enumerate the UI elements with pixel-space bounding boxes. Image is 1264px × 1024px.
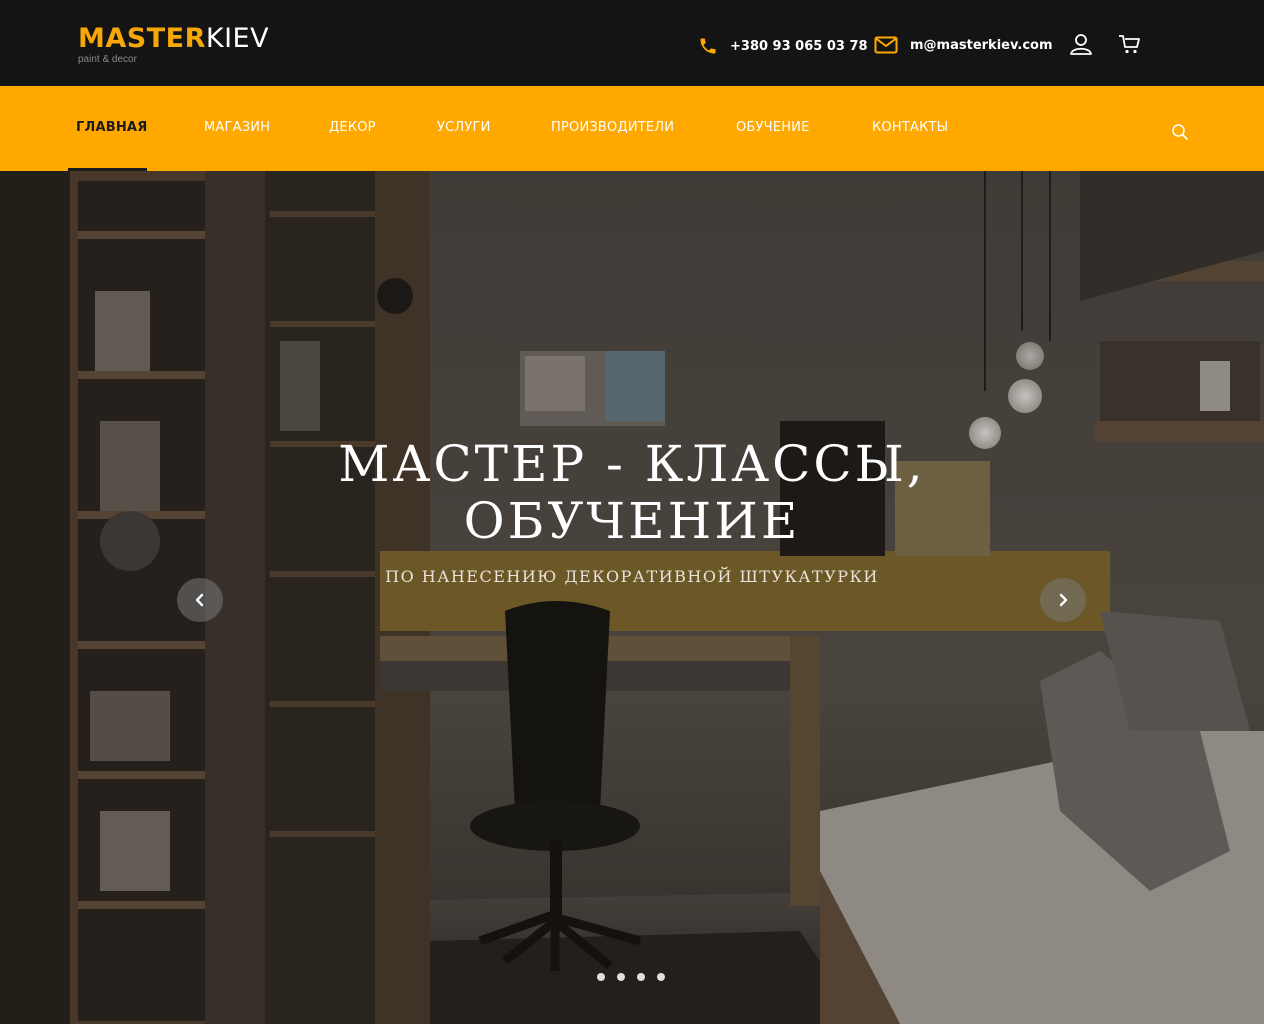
- phone-contact[interactable]: +380 93 065 03 78: [698, 36, 868, 56]
- logo[interactable]: MASTERKIEV paint & decor: [78, 24, 269, 66]
- slider-pagination: [597, 973, 665, 981]
- logo-tagline: paint & decor: [78, 54, 137, 65]
- email-contact[interactable]: m@masterkiev.com: [874, 36, 1053, 54]
- chevron-right-icon: [1059, 593, 1068, 607]
- nav-item-training[interactable]: ОБУЧЕНИЕ: [736, 120, 810, 135]
- phone-number: +380 93 065 03 78: [730, 38, 868, 54]
- top-header: MASTERKIEV paint & decor +380 93 065 03 …: [0, 0, 1264, 86]
- nav-item-contacts[interactable]: КОНТАКТЫ: [872, 120, 948, 135]
- slider-next-button[interactable]: [1040, 578, 1086, 622]
- nav-item-home[interactable]: ГЛАВНАЯ: [76, 120, 147, 135]
- cart-icon[interactable]: [1118, 32, 1142, 56]
- envelope-icon: [874, 36, 898, 54]
- logo-kiev: KIEV: [205, 23, 270, 54]
- search-icon[interactable]: [1171, 123, 1189, 141]
- chevron-left-icon: [195, 593, 204, 607]
- hero-title-line2: ОБУЧЕНИЕ: [463, 492, 801, 550]
- hero-title-line1: МАСТЕР - КЛАССЫ,: [338, 435, 926, 493]
- email-address: m@masterkiev.com: [910, 37, 1053, 53]
- user-icon[interactable]: [1069, 32, 1093, 56]
- slider-prev-button[interactable]: [177, 578, 223, 622]
- phone-icon: [700, 38, 716, 54]
- nav-item-services[interactable]: УСЛУГИ: [437, 120, 491, 135]
- logo-wordmark: MASTERKIEV: [78, 24, 269, 54]
- nav-item-shop[interactable]: МАГАЗИН: [204, 120, 270, 135]
- slider-dot-1[interactable]: [597, 973, 605, 981]
- hero-slider: МАСТЕР - КЛАССЫ, ОБУЧЕНИЕ ПО НАНЕСЕНИЮ Д…: [0, 171, 1264, 1024]
- slider-dot-2[interactable]: [617, 973, 625, 981]
- main-nav: ГЛАВНАЯ МАГАЗИН ДЕКОР УСЛУГИ ПРОИЗВОДИТЕ…: [0, 86, 1264, 171]
- logo-master: MASTER: [78, 23, 206, 54]
- slider-dot-3[interactable]: [637, 973, 645, 981]
- nav-item-decor[interactable]: ДЕКОР: [329, 120, 376, 135]
- slider-dot-4[interactable]: [657, 973, 665, 981]
- nav-item-manufacturers[interactable]: ПРОИЗВОДИТЕЛИ: [551, 120, 674, 135]
